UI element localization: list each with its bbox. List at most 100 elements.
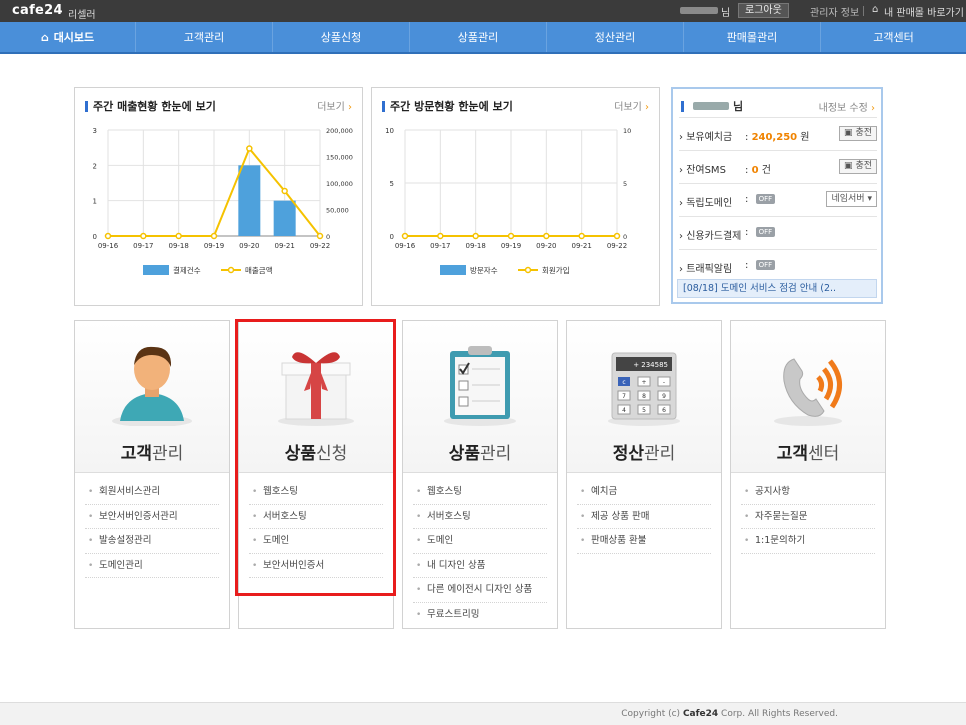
logout-button[interactable]: 로그아웃: [738, 3, 789, 18]
sms-charge-button[interactable]: ▣ 충전: [839, 159, 877, 174]
edit-profile-link[interactable]: 내정보 수정 ›: [819, 99, 875, 114]
highlight-box: [235, 319, 396, 596]
card-off-badge[interactable]: OFF: [755, 227, 776, 237]
legend-line-marker: [227, 266, 235, 274]
sales-panel-title: 주간 매출현황 한눈에 보기: [85, 98, 216, 114]
visit-more-link[interactable]: 더보기 ›: [614, 98, 649, 113]
tile-menu-item[interactable]: 자주묻는질문: [741, 505, 875, 529]
account-panel: 님 내정보 수정 › › 보유예치금 : 240,250 원 ▣ 충전 › 잔여…: [671, 87, 883, 304]
tile-menu-item[interactable]: 판매상품 환불: [577, 529, 711, 554]
tile-menu-item[interactable]: 서버호스팅: [413, 505, 547, 529]
charge-icon: ▣: [844, 161, 853, 171]
tile-menu-item[interactable]: 발송설정관리: [85, 529, 219, 554]
sales-chart-panel: 주간 매출현황 한눈에 보기 더보기 › 0 1 2 3 0 50,000 100,000 1…: [74, 87, 363, 306]
tile-header: 고객센터: [731, 321, 885, 473]
copyright-prefix: Copyright (c): [621, 709, 681, 719]
x-tick-label: 09-21: [571, 242, 591, 250]
tile-title-a: 고객: [776, 444, 808, 464]
account-name-redacted: [693, 102, 729, 110]
tile-product-manage[interactable]: 상품관리 웹호스팅 서버호스팅 도메인 내 디자인 상품 다른 에이전시 디자인…: [402, 320, 558, 629]
nav-customer[interactable]: 고객관리: [136, 22, 273, 52]
calculator-icon: + 234585 c + - 7 8 9 4 5 6: [608, 352, 680, 426]
x-tick-label: 09-18: [465, 242, 485, 250]
deposit-label: › 보유예치금: [679, 132, 733, 143]
line-point: [246, 145, 253, 152]
visit-chart: 0 5 10 0 5 10 09-16 09-17 09-18 09-19 09-20 09-21 09…: [385, 127, 631, 275]
x-tick-label: 09-16: [395, 242, 416, 250]
tile-settlement[interactable]: + 234585 c + - 7 8 9 4 5 6 정산관리 예치금 제공 상…: [566, 320, 722, 629]
title-bar: [681, 100, 684, 112]
domain-off-badge[interactable]: OFF: [755, 194, 776, 204]
tile-menu-item[interactable]: 도메인관리: [85, 554, 219, 578]
card-value: : OFF: [745, 227, 776, 238]
traffic-label: › 트래픽알림: [679, 264, 733, 275]
tile-menu-item[interactable]: 보안서버인증서관리: [85, 505, 219, 529]
sms-unit: 건: [761, 165, 771, 176]
user-suffix: 님: [721, 8, 731, 19]
traffic-value: : OFF: [745, 260, 776, 271]
chevron-right-icon: ›: [348, 102, 352, 113]
traffic-off-badge[interactable]: OFF: [755, 260, 776, 270]
calc-key: -: [663, 379, 665, 386]
x-tick-label: 09-22: [310, 242, 330, 250]
calc-key: 7: [622, 393, 626, 400]
tile-menu-item[interactable]: 다른 에이전시 디자인 상품: [413, 578, 547, 603]
home-icon: ⌂: [872, 4, 879, 15]
nav-label: 판매몰관리: [726, 31, 778, 44]
tile-menu-item[interactable]: 웹호스팅: [413, 480, 547, 505]
bar: [273, 200, 296, 236]
tile-menu-item[interactable]: 무료스트리밍: [413, 603, 547, 628]
x-tick-label: 09-19: [501, 242, 521, 250]
deposit-amount: 240,250: [751, 132, 798, 143]
nav-support[interactable]: 고객센터: [821, 22, 966, 52]
edit-profile-label: 내정보 수정: [818, 103, 868, 114]
tile-title-b: 관리: [644, 444, 676, 464]
tile-menu-item[interactable]: 공지사항: [741, 480, 875, 505]
legend-line-label: 매출금액: [245, 265, 273, 275]
deposit-charge-button[interactable]: ▣ 충전: [839, 126, 877, 141]
tile-menu-item[interactable]: 회원서비스관리: [85, 480, 219, 505]
notice-bar[interactable]: [08/18] 도메인 서비스 점검 안내 (2..: [677, 279, 877, 298]
nav-shop-manage[interactable]: 판매몰관리: [684, 22, 821, 52]
tile-title-b: 관리: [480, 444, 512, 464]
line-point: [472, 232, 479, 240]
nameserver-select[interactable]: 네임서버 ▾: [826, 191, 877, 207]
sales-title-text: 주간 매출현황 한눈에 보기: [93, 100, 216, 113]
x-tick-label: 09-18: [168, 242, 188, 250]
y-left-tick-label: 1: [93, 198, 97, 206]
tile-menu-item[interactable]: 예치금: [577, 480, 711, 505]
admin-info-link[interactable]: 관리자 정보: [810, 4, 859, 19]
tile-menu-item[interactable]: 1:1문의하기: [741, 529, 875, 554]
tile-support[interactable]: 고객센터 공지사항 자주묻는질문 1:1문의하기: [730, 320, 886, 629]
tile-customer[interactable]: 고객관리 회원서비스관리 보안서버인증서관리 발송설정관리 도메인관리: [74, 320, 230, 629]
nav-dashboard[interactable]: ⌂ 대시보드: [0, 22, 136, 52]
tile-menu-item[interactable]: 도메인: [413, 529, 547, 554]
my-shop-link[interactable]: 내 판매몰 바로가기: [884, 4, 964, 19]
visit-chart-panel: 주간 방문현황 한눈에 보기 더보기 › 0 5 10 0 5 10 09-16 09-17 0…: [371, 87, 660, 306]
logo-subtitle: 리셀러: [68, 10, 96, 21]
tile-menu: 예치금 제공 상품 판매 판매상품 환불: [577, 480, 711, 554]
tile-title-a: 고객: [120, 444, 152, 464]
y-right-tick-label: 150,000: [326, 154, 353, 162]
y-right-tick-label: 0: [326, 233, 330, 241]
nav-product-manage[interactable]: 상품관리: [410, 22, 547, 52]
tile-menu-item[interactable]: 제공 상품 판매: [577, 505, 711, 529]
calc-key: +: [641, 379, 646, 386]
nav-label: 정산관리: [594, 31, 636, 44]
home-icon: ⌂: [40, 30, 49, 44]
x-tick-label: 09-17: [430, 242, 450, 250]
sales-more-link[interactable]: 더보기 ›: [317, 98, 352, 113]
sms-value: : 0 건: [745, 165, 771, 176]
tile-menu-item[interactable]: 내 디자인 상품: [413, 554, 547, 578]
chevron-down-icon: ▾: [867, 194, 872, 204]
visit-title-text: 주간 방문현황 한눈에 보기: [390, 100, 513, 113]
sms-row: › 잔여SMS : 0 건 ▣ 충전: [679, 150, 877, 183]
cafe24-logo[interactable]: cafe24: [12, 3, 63, 18]
calc-display: + 234585: [633, 361, 668, 369]
line-point: [104, 232, 112, 240]
nav-label: 상품신청: [320, 31, 362, 44]
nav-label: 대시보드: [53, 31, 95, 44]
line-point: [613, 232, 621, 240]
nav-settlement[interactable]: 정산관리: [547, 22, 684, 52]
nav-product-apply[interactable]: 상품신청: [273, 22, 410, 52]
